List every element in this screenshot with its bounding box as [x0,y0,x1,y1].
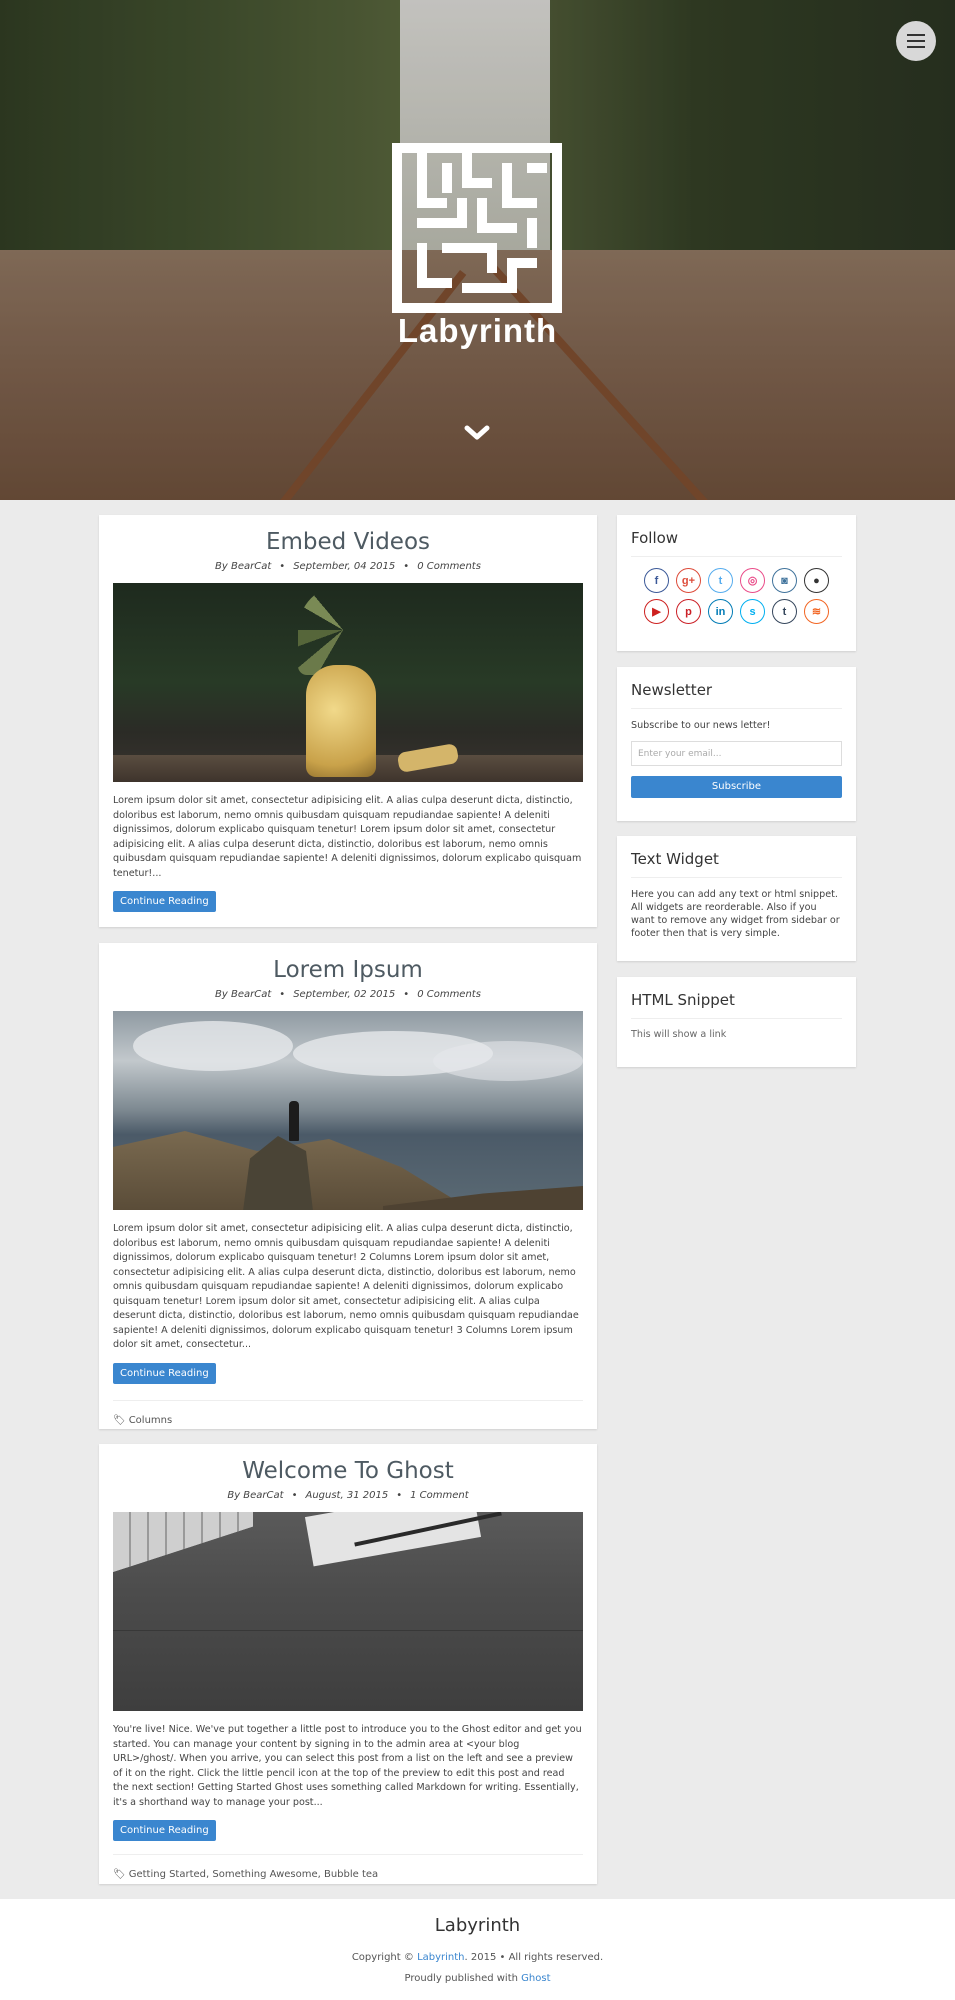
tumblr-icon[interactable]: t [772,599,797,624]
footer-brand-link[interactable]: Labyrinth [417,1952,464,1963]
snippet-link[interactable]: This will show a link [631,1029,842,1040]
post-comments[interactable]: 0 Comments [417,989,481,1000]
labyrinth-logo[interactable] [392,143,562,313]
skype-icon[interactable]: s [740,599,765,624]
newsletter-text: Subscribe to our news letter! [631,720,771,731]
post-card: Embed Videos By BearCat • September, 04 20… [99,515,597,927]
text-widget: Text Widget Here you can add any text or… [617,836,856,961]
subscribe-button[interactable]: Subscribe [631,776,842,798]
html-snippet-widget: HTML Snippet This will show a link [617,977,856,1067]
post-author[interactable]: By BearCat [215,561,271,572]
post-comments[interactable]: 0 Comments [417,561,481,572]
post-image[interactable] [113,583,583,782]
continue-reading-button[interactable]: Continue Reading [113,1362,216,1384]
footer: Labyrinth Copyright © Labyrinth. 2015 • … [0,1899,955,2000]
post-card: Welcome To Ghost By BearCat • August, 31 2… [99,1444,597,1884]
linkedin-icon[interactable]: in [708,599,733,624]
continue-reading-button[interactable]: Continue Reading [113,1820,216,1841]
site-brand[interactable]: Labyrinth [0,312,955,350]
tag-icon: 🏷 [113,1414,126,1426]
rss-icon[interactable]: ≋ [804,599,829,624]
post-meta: By BearCat • August, 31 2015 • 1 Comment [227,1490,469,1501]
google-plus-icon[interactable]: g+ [676,568,701,593]
tag-icon: 🏷 [113,1869,126,1880]
post-date: August, 31 2015 [305,1490,389,1501]
post-card: Lorem Ipsum By BearCat • September, 02 201… [99,943,597,1429]
widget-title: Newsletter [631,681,842,709]
post-author[interactable]: By BearCat [227,1490,283,1501]
post-date: September, 04 2015 [293,561,396,572]
post-excerpt: You're live! Nice. We've put together a … [113,1724,582,1808]
dribbble-icon[interactable]: ◎ [740,568,765,593]
post-title[interactable]: Welcome To Ghost [99,1458,597,1484]
widget-title: Text Widget [631,850,842,878]
copyright-text: Copyright © Labyrinth. 2015 • All rights… [351,1952,604,1963]
ghost-link[interactable]: Ghost [521,1973,550,1984]
widget-title: HTML Snippet [631,991,842,1019]
menu-button[interactable] [896,21,936,61]
chevron-down-icon[interactable] [464,423,490,443]
instagram-icon[interactable]: ◙ [772,568,797,593]
post-title[interactable]: Lorem Ipsum [99,957,597,983]
published-text: Proudly published with Ghost [404,1973,551,1984]
post-image[interactable] [113,1011,583,1210]
post-image[interactable] [113,1512,583,1711]
post-excerpt: Lorem ipsum dolor sit amet, consectetur … [113,795,582,879]
post-tags: 🏷 Getting Started, Something Awesome, Bub… [113,1854,583,1880]
newsletter-widget: Newsletter Subscribe to our news letter!… [617,667,856,821]
tag-link[interactable]: Columns [129,1415,173,1426]
post-comments[interactable]: 1 Comment [410,1490,469,1501]
footer-title: Labyrinth [434,1915,521,1936]
post-date: September, 02 2015 [293,989,396,1000]
tag-link[interactable]: Getting Started, Something Awesome, Bubb… [129,1869,378,1880]
widget-title: Follow [631,529,842,557]
post-author[interactable]: By BearCat [215,989,271,1000]
github-icon[interactable]: ● [804,568,829,593]
post-tags: 🏷 Columns [113,1399,583,1426]
facebook-icon[interactable]: f [644,568,669,593]
hero-banner: Labyrinth [0,0,955,500]
post-meta: By BearCat • September, 04 2015 • 0 Comments [215,561,481,572]
hamburger-icon [907,34,925,36]
follow-widget: Follow f g+ t ◎ ◙ ● ▶ p in s t ≋ [617,515,856,651]
email-field[interactable]: Enter your email... [631,741,842,766]
post-excerpt: Lorem ipsum dolor sit amet, consectetur … [113,1223,579,1350]
post-meta: By BearCat • September, 02 2015 • 0 Comments [215,989,481,1000]
youtube-icon[interactable]: ▶ [644,599,669,624]
continue-reading-button[interactable]: Continue Reading [113,891,216,912]
text-widget-body: Here you can add any text or html snippe… [631,889,840,939]
social-icons: f g+ t ◎ ◙ ● ▶ p in s t ≋ [631,568,842,624]
post-title[interactable]: Embed Videos [99,529,597,555]
twitter-icon[interactable]: t [708,568,733,593]
pinterest-icon[interactable]: p [676,599,701,624]
